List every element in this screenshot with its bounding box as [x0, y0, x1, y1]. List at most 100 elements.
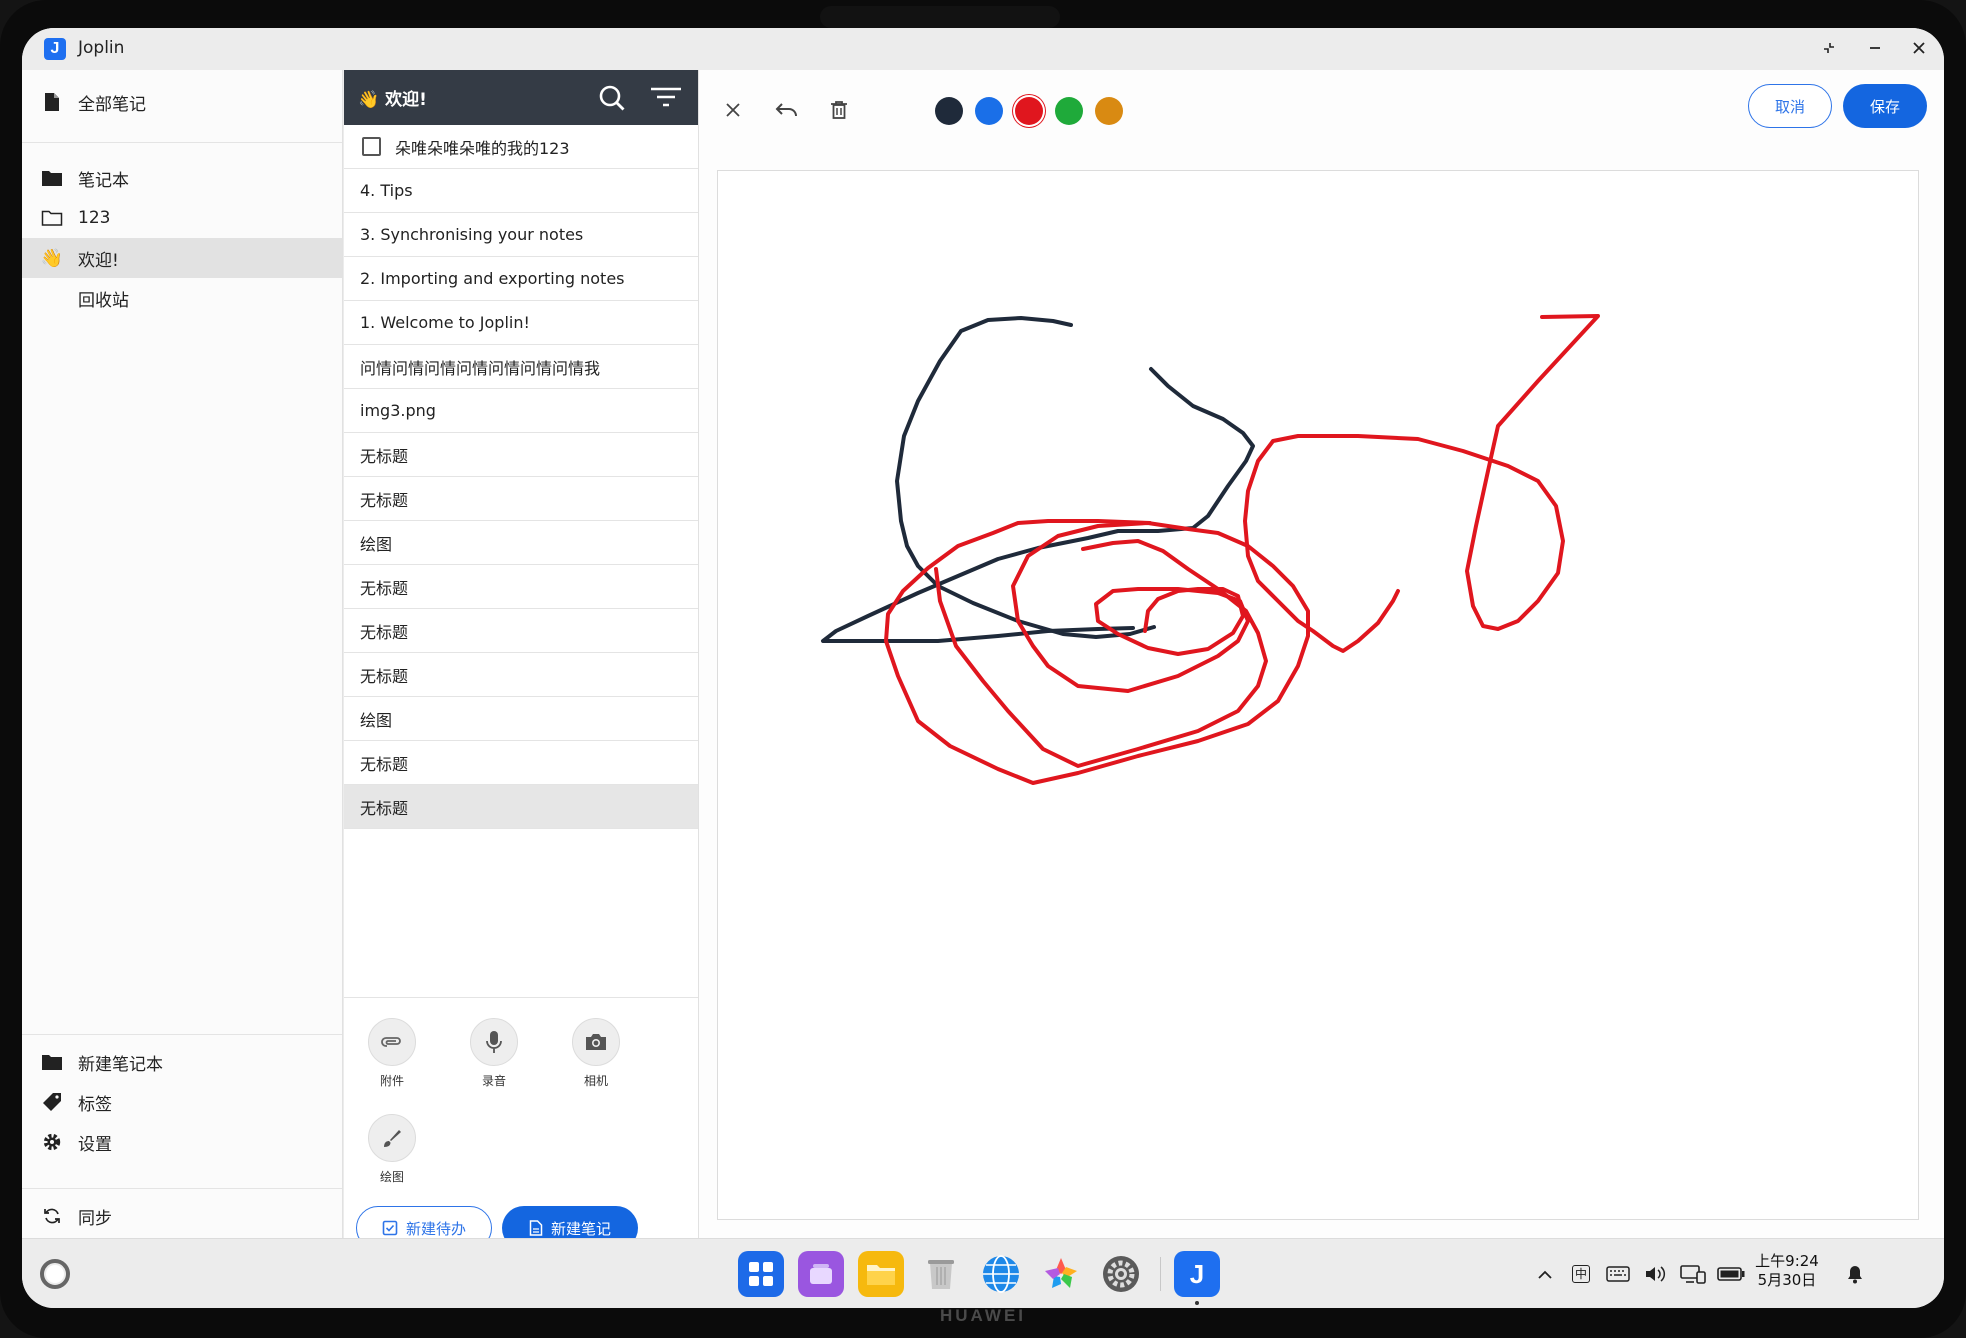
- gallery-flower-icon[interactable]: [1038, 1251, 1084, 1297]
- chevron-up-icon[interactable]: [1532, 1261, 1558, 1287]
- sidebar-item-label: 欢迎!: [78, 250, 119, 271]
- browser-globe-icon[interactable]: [978, 1251, 1024, 1297]
- note-row[interactable]: 无标题: [344, 609, 698, 653]
- attach-button[interactable]: 附件: [362, 1018, 422, 1089]
- sidebar-divider: [22, 142, 342, 143]
- clock-time: 上午9:24: [1755, 1252, 1819, 1270]
- note-row-title: img3.png: [360, 401, 436, 420]
- taskbar: J 中 上午9:24 5月30日: [22, 1238, 1944, 1308]
- sync-icon: [40, 1206, 64, 1226]
- note-row[interactable]: 绘图: [344, 521, 698, 565]
- note-list-title: 👋 欢迎!: [358, 90, 427, 110]
- note-row-todo[interactable]: 朵唯朵唯朵唯的我的123: [344, 125, 698, 169]
- sidebar-item-all-notes[interactable]: 全部笔记: [22, 82, 342, 122]
- drawing-strokes: [821, 314, 1600, 785]
- restore-icon[interactable]: [1812, 34, 1846, 64]
- settings-gear-icon[interactable]: [1098, 1251, 1144, 1297]
- drawing-editor: 取消 保存: [699, 70, 1944, 1238]
- sidebar-item-notebooks[interactable]: 笔记本: [22, 158, 342, 198]
- color-swatch-red[interactable]: [1015, 97, 1043, 125]
- note-row[interactable]: 问情问情问情问情问情问情问情我: [344, 345, 698, 389]
- color-swatch-green[interactable]: [1055, 97, 1083, 125]
- camera-notch: [820, 6, 1060, 28]
- ime-label: 中: [1571, 1265, 1590, 1283]
- note-row[interactable]: 无标题: [344, 477, 698, 521]
- undo-icon[interactable]: [769, 92, 805, 128]
- paperclip-icon: [368, 1018, 416, 1066]
- joplin-logo-icon: J: [44, 38, 66, 60]
- volume-icon[interactable]: [1642, 1261, 1670, 1287]
- note-row[interactable]: 无标题: [344, 565, 698, 609]
- tag-icon: [40, 1092, 64, 1112]
- multitask-icon[interactable]: [798, 1251, 844, 1297]
- clock-date: 5月30日: [1757, 1271, 1817, 1289]
- ime-indicator[interactable]: 中: [1568, 1261, 1594, 1287]
- note-row[interactable]: 1. Welcome to Joplin!: [344, 301, 698, 345]
- wave-emoji-icon: 👋: [40, 247, 64, 269]
- sidebar-item-label: 回收站: [78, 290, 129, 311]
- battery-icon[interactable]: [1716, 1261, 1746, 1287]
- note-row[interactable]: 无标题: [344, 433, 698, 477]
- note-row-title: 无标题: [360, 490, 409, 510]
- sort-filter-icon[interactable]: [650, 86, 682, 112]
- assistant-orb-icon[interactable]: [38, 1257, 72, 1291]
- close-drawing-icon[interactable]: [715, 92, 751, 128]
- note-row[interactable]: 绘图: [344, 697, 698, 741]
- sidebar-item-trash[interactable]: 回收站: [22, 278, 342, 318]
- notification-bell-icon[interactable]: [1842, 1261, 1868, 1287]
- color-swatch-blue[interactable]: [975, 97, 1003, 125]
- drawing-canvas[interactable]: [717, 170, 1919, 1220]
- recycle-bin-icon[interactable]: [918, 1251, 964, 1297]
- folder-icon: [40, 1053, 64, 1071]
- minimize-icon[interactable]: [1858, 34, 1892, 64]
- sidebar-divider: [22, 1034, 342, 1035]
- note-row-selected[interactable]: 无标题: [344, 785, 698, 829]
- draw-button[interactable]: 绘图: [362, 1114, 422, 1185]
- search-icon[interactable]: [598, 84, 626, 116]
- display-connect-icon[interactable]: [1678, 1261, 1708, 1287]
- keyboard-icon[interactable]: [1604, 1261, 1632, 1287]
- sidebar-item-new-notebook[interactable]: 新建笔记本: [22, 1042, 342, 1082]
- sidebar-item-settings[interactable]: 设置: [22, 1122, 342, 1162]
- sidebar-item-tags[interactable]: 标签: [22, 1082, 342, 1122]
- sidebar-item-label: 全部笔记: [78, 94, 146, 115]
- folder-outline-icon: [40, 209, 64, 227]
- app-grid-icon[interactable]: [738, 1251, 784, 1297]
- files-folder-icon[interactable]: [858, 1251, 904, 1297]
- camera-button[interactable]: 相机: [566, 1018, 626, 1089]
- document-icon: [529, 1220, 543, 1236]
- color-swatch-orange[interactable]: [1095, 97, 1123, 125]
- note-row[interactable]: 2. Importing and exporting notes: [344, 257, 698, 301]
- note-row[interactable]: img3.png: [344, 389, 698, 433]
- brush-icon: [368, 1114, 416, 1162]
- note-row-title: 绘图: [360, 710, 393, 730]
- sidebar-item-label: 同步: [78, 1208, 112, 1229]
- note-row[interactable]: 4. Tips: [344, 169, 698, 213]
- note-list-header: 👋 欢迎!: [344, 70, 698, 125]
- note-row-title: 2. Importing and exporting notes: [360, 269, 625, 288]
- color-swatch-dark[interactable]: [935, 97, 963, 125]
- trash-icon[interactable]: [821, 92, 857, 128]
- gear-icon: [40, 1132, 64, 1152]
- clock[interactable]: 上午9:24 5月30日: [1752, 1252, 1822, 1290]
- sidebar: 全部笔记 笔记本 123 👋 欢迎! 回收站 新建笔记本 标签 设置 同步: [22, 70, 343, 1238]
- sidebar-item-notebook-welcome[interactable]: 👋 欢迎!: [22, 238, 342, 278]
- folder-icon: [40, 169, 64, 187]
- note-row-title: 无标题: [360, 622, 409, 642]
- save-button[interactable]: 保存: [1843, 84, 1927, 128]
- note-row[interactable]: 3. Synchronising your notes: [344, 213, 698, 257]
- sidebar-item-notebook-123[interactable]: 123: [22, 198, 342, 238]
- cancel-button[interactable]: 取消: [1748, 84, 1832, 128]
- red-stroke-spiral: [934, 539, 1268, 768]
- sidebar-item-label: 标签: [78, 1094, 112, 1115]
- note-file-icon: [40, 92, 64, 112]
- joplin-app-icon[interactable]: J: [1174, 1251, 1220, 1297]
- camera-icon: [572, 1018, 620, 1066]
- todo-checkbox[interactable]: [362, 137, 381, 156]
- note-row[interactable]: 无标题: [344, 741, 698, 785]
- close-window-icon[interactable]: [1902, 34, 1936, 64]
- note-row[interactable]: 无标题: [344, 653, 698, 697]
- running-indicator: [1195, 1301, 1199, 1305]
- sidebar-item-sync[interactable]: 同步: [22, 1196, 342, 1236]
- record-button[interactable]: 录音: [464, 1018, 524, 1089]
